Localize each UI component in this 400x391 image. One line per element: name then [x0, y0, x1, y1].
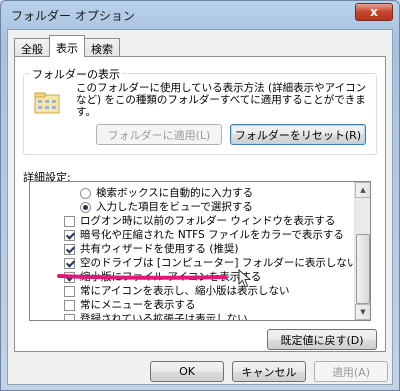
list-item[interactable]: 常にアイコンを表示し、縮小版は表示しない [64, 284, 289, 298]
checkbox[interactable] [64, 243, 75, 255]
list-item-label: 共有ウィザードを使用する (推奨) [80, 243, 239, 255]
checkbox[interactable] [64, 229, 75, 241]
list-item[interactable]: 空のドライブは [コンピューター] フォルダーに表示しない [64, 256, 357, 270]
list-item-label: ログオン時に以前のフォルダー ウィンドウを表示する [80, 215, 336, 227]
view-tab-panel: フォルダーの表示 このフォルダーに使用している表示方法 (詳細表示やアイコンなど… [14, 56, 386, 352]
radio-button[interactable] [80, 201, 91, 213]
checkbox[interactable] [64, 285, 75, 297]
apply-button[interactable]: 適用(A) [314, 361, 388, 382]
list-item-label: 登録されている拡張子は表示しない [80, 313, 248, 321]
close-icon: x [370, 5, 378, 19]
tab-view[interactable]: 表示 [49, 35, 85, 57]
list-item-label: 常にアイコンを表示し、縮小版は表示しない [80, 285, 290, 297]
highlight-underline [57, 274, 227, 280]
list-item-label: 入力した項目をビューで選択する [96, 201, 253, 213]
radio-button[interactable] [80, 187, 91, 199]
folder-options-window: フォルダー オプション x 全般 表示 検索 フォルダーの表示 このフォルダーに… [0, 0, 400, 391]
list-item-label: 常にメニューを表示する [80, 299, 196, 311]
folder-view-description: このフォルダーに使用している表示方法 (詳細表示やアイコンなど) をこの種類のフ… [76, 82, 367, 118]
dialog-client-area: 全般 表示 検索 フォルダーの表示 このフォルダーに使用している表示方法 (詳細… [7, 29, 393, 385]
list-item-label: 検索ボックスに自動的に入力する [96, 187, 254, 199]
scroll-up-icon[interactable]: ▲ [355, 182, 370, 198]
ok-button[interactable]: OK [150, 361, 224, 382]
list-item[interactable]: ログオン時に以前のフォルダー ウィンドウを表示する [64, 214, 335, 228]
list-item-label: 暗号化や圧縮された NTFS ファイルをカラーで表示する [80, 229, 344, 241]
tab-general[interactable]: 全般 [14, 38, 50, 57]
list-item[interactable]: 共有ウィザードを使用する (推奨) [64, 242, 239, 256]
list-item-label: 空のドライブは [コンピューター] フォルダーに表示しない [80, 257, 358, 269]
mouse-cursor-icon [238, 269, 252, 288]
vertical-scrollbar[interactable]: ▲ ▼ [354, 182, 370, 320]
list-item[interactable]: 暗号化や圧縮された NTFS ファイルをカラーで表示する [64, 228, 344, 242]
tab-search[interactable]: 検索 [84, 38, 120, 57]
title-bar[interactable]: フォルダー オプション x [1, 1, 399, 29]
folder-view-group: フォルダーの表示 このフォルダーに使用している表示方法 (詳細表示やアイコンなど… [23, 66, 377, 155]
list-item[interactable]: 検索ボックスに自動的に入力する [80, 186, 253, 200]
tab-strip: 全般 表示 検索 [14, 35, 120, 57]
cancel-button[interactable]: キャンセル [232, 361, 306, 382]
checkbox[interactable] [64, 215, 75, 227]
scroll-down-icon[interactable]: ▼ [355, 304, 370, 320]
list-item[interactable]: 登録されている拡張子は表示しない [64, 312, 248, 321]
window-title: フォルダー オプション [11, 9, 135, 23]
restore-defaults-button[interactable]: 既定値に戻す(D) [267, 329, 377, 350]
reset-folders-button[interactable]: フォルダーをリセット(R) [230, 124, 366, 145]
scroll-thumb[interactable] [356, 234, 370, 304]
folder-view-legend: フォルダーの表示 [30, 66, 122, 82]
checkbox[interactable] [64, 299, 75, 311]
list-item[interactable]: 常にメニューを表示する [64, 298, 196, 312]
checkbox[interactable] [64, 257, 75, 269]
list-item[interactable]: 入力した項目をビューで選択する [80, 200, 253, 214]
close-button[interactable]: x [355, 3, 393, 21]
folder-view-icon [34, 92, 60, 114]
advanced-settings-list[interactable]: 検索ボックスに自動的に入力する 入力した項目をビューで選択する ログオン時に以前… [29, 181, 371, 321]
apply-to-folders-button[interactable]: フォルダーに適用(L) [96, 124, 222, 145]
checkbox[interactable] [64, 313, 75, 320]
